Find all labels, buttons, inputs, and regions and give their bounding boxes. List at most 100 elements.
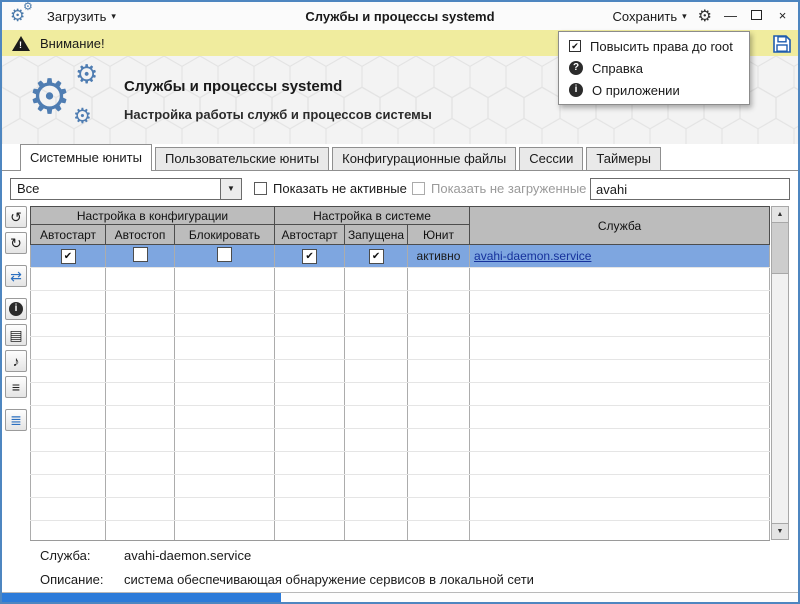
search-input[interactable] (590, 178, 790, 200)
column-header-autostart-system: Автостарт (274, 224, 346, 245)
table-row-empty (30, 290, 770, 314)
sync-button[interactable]: ⇄ (5, 265, 27, 287)
checkbox-autostart-system[interactable]: ✔ (302, 249, 318, 264)
floppy-disk-icon (773, 35, 791, 53)
tab-user-units[interactable]: Пользовательские юниты (154, 147, 330, 170)
page-title: Службы и процессы systemd (124, 78, 343, 95)
checkbox-icon (254, 182, 267, 195)
warning-icon: ! (12, 35, 30, 51)
titlebar: ⚙ ⚙ Загрузить ▾ Службы и процессы system… (2, 2, 798, 31)
column-header-running: Запущена (344, 224, 409, 245)
history-button[interactable]: ↺ (5, 206, 27, 228)
combobox-value: Все (17, 181, 40, 196)
checkbox-icon (412, 182, 425, 195)
gear-icon: ⚙ (73, 105, 92, 128)
checked-checkbox-icon: ✔ (569, 40, 581, 52)
progress-bar (2, 592, 798, 602)
menu-item-help[interactable]: ? Справка (559, 57, 749, 79)
unit-filter-combobox[interactable]: Все ▼ (10, 178, 242, 200)
file-button[interactable]: ▤ (5, 324, 27, 346)
column-header-autostop: Автостоп (105, 224, 175, 245)
column-header-block: Блокировать (173, 224, 276, 245)
show-inactive-checkbox[interactable]: Показать не активные (254, 181, 407, 196)
table-row-empty (30, 520, 770, 540)
save-file-button[interactable] (771, 33, 793, 60)
gear-icon: ⚙ (75, 59, 99, 89)
save-menu-button[interactable]: Сохранить ▾ (613, 9, 687, 24)
checkbox-autostop[interactable] (132, 247, 148, 262)
titlebar-left: ⚙ ⚙ Загрузить ▾ (10, 1, 116, 28)
table-row-empty (30, 359, 770, 383)
info-icon: i (9, 302, 23, 316)
group-header-config: Настройка в конфигурации (30, 206, 276, 225)
minimize-button[interactable]: — (723, 4, 738, 28)
titlebar-right: Сохранить ▾ ⚙ — × (613, 4, 790, 28)
scrollbar-thumb[interactable] (772, 223, 788, 274)
tab-system-units[interactable]: Системные юниты (20, 144, 152, 171)
scroll-up-button[interactable]: ▲ (772, 207, 788, 223)
menu-item-elevate-root[interactable]: ✔ Повысить права до root (559, 35, 749, 57)
menu-item-about[interactable]: i О приложении (559, 79, 749, 101)
show-unloaded-label: Показать не загруженные (431, 181, 587, 196)
service-label: Служба: (40, 548, 91, 563)
table-row-empty (30, 336, 770, 360)
journal-button[interactable]: ♪ (5, 350, 27, 372)
progress-fill (2, 593, 281, 602)
app-window: ⚙ ⚙ Загрузить ▾ Службы и процессы system… (0, 0, 800, 604)
chevron-down-icon: ▾ (682, 10, 687, 21)
show-inactive-label: Показать не активные (273, 181, 407, 196)
service-value: avahi-daemon.service (124, 548, 252, 563)
scroll-down-button[interactable]: ▼ (772, 523, 788, 539)
service-link[interactable]: avahi-daemon.service (474, 249, 591, 263)
maximize-icon (751, 10, 762, 20)
menu-item-label: Справка (592, 60, 643, 76)
maximize-button[interactable] (749, 4, 764, 28)
gear-icon: ⚙ (28, 71, 72, 124)
table-row-empty (30, 428, 770, 452)
refresh-button[interactable]: ↻ (5, 232, 27, 254)
app-icon: ⚙ ⚙ (10, 1, 36, 28)
description-value: система обеспечивающая обнаружение серви… (124, 572, 534, 587)
table-body: ✔ ✔ ✔ активно avahi-daemon.service (30, 244, 770, 540)
details-panel: Служба: avahi-daemon.service Описание: с… (40, 548, 534, 596)
gear-small-icon: ⚙ (23, 1, 33, 13)
settings-gear-button[interactable]: ⚙ (698, 6, 712, 26)
combobox-dropdown-button[interactable]: ▼ (220, 179, 241, 199)
load-label: Загрузить (47, 8, 107, 24)
load-menu-button[interactable]: Загрузить ▾ (47, 9, 116, 24)
services-table-container: Настройка в конфигурации Настройка в сис… (30, 206, 770, 541)
column-header-service: Служба (469, 206, 770, 245)
info-button[interactable]: i (5, 298, 27, 320)
vertical-scrollbar[interactable]: ▲ ▼ (771, 206, 789, 540)
show-unloaded-checkbox[interactable]: Показать не загруженные (412, 181, 586, 196)
app-logo-gears: ⚙ ⚙ ⚙ (28, 59, 128, 142)
chevron-down-icon: ▼ (227, 184, 235, 193)
unit-state-cell: активно (407, 244, 471, 268)
tab-config-files[interactable]: Конфигурационные файлы (332, 147, 517, 170)
tab-bar: Системные юниты Пользовательские юниты К… (2, 144, 798, 171)
table-row-empty (30, 382, 770, 406)
table-row-empty (30, 405, 770, 429)
table-row-empty (30, 267, 770, 291)
left-toolbar: ↺ ↻ ⇄ i ▤ ♪ ≡ ≣ (5, 206, 29, 435)
page-subtitle: Настройка работы служб и процессов систе… (124, 107, 432, 122)
log-button[interactable]: ≡ (5, 376, 27, 398)
checkbox-block[interactable] (217, 247, 232, 262)
group-header-system: Настройка в системе (274, 206, 471, 225)
table-row-empty (30, 451, 770, 475)
help-icon: ? (569, 61, 583, 75)
tab-timers[interactable]: Таймеры (586, 147, 661, 170)
header-text: Службы и процессы systemd Настройка рабо… (124, 78, 432, 122)
checkbox-running[interactable]: ✔ (368, 249, 384, 264)
list-button[interactable]: ≣ (5, 409, 27, 431)
table-row-selected[interactable]: ✔ ✔ ✔ активно avahi-daemon.service (30, 244, 770, 268)
description-label: Описание: (40, 572, 104, 587)
checkbox-autostart-config[interactable]: ✔ (60, 249, 76, 264)
menu-item-label: Повысить права до root (590, 38, 733, 54)
close-button[interactable]: × (775, 4, 790, 28)
column-header-unit: Юнит (407, 224, 471, 245)
tab-sessions[interactable]: Сессии (519, 147, 584, 170)
table-row-empty (30, 497, 770, 521)
table-row-empty (30, 474, 770, 498)
about-icon: i (569, 83, 583, 97)
